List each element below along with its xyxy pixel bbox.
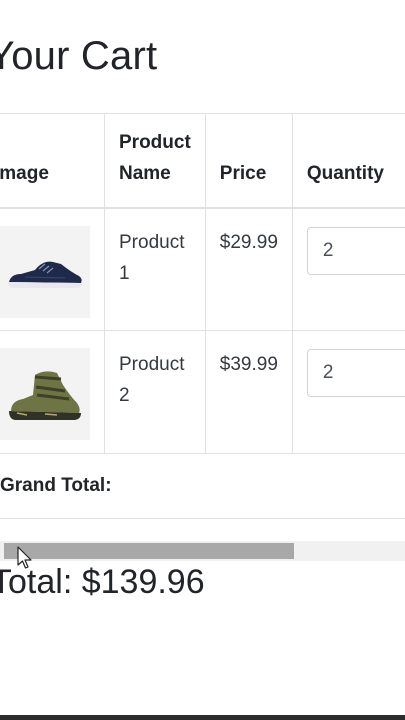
product-name: Product 2 [104, 330, 206, 454]
quantity-cell [292, 330, 405, 454]
grand-total-row: Grand Total: [0, 453, 405, 519]
cart-total: Total: $139.96 [0, 563, 205, 601]
header-image: Image [0, 113, 105, 209]
quantity-input[interactable] [306, 349, 405, 397]
page-title: Your Cart [0, 34, 158, 78]
grand-total-empty-cell [292, 453, 405, 519]
cart-table-container: Image Product Name Price Quantity [0, 113, 405, 520]
table-header-row: Image Product Name Price Quantity [0, 113, 405, 209]
header-quantity: Quantity [292, 113, 405, 209]
product-name: Product 1 [104, 207, 206, 331]
quantity-input[interactable] [306, 226, 405, 275]
product-price: $29.99 [205, 207, 293, 331]
grand-total-empty-cell [205, 453, 293, 519]
olive-high-top-shoe-image [0, 348, 90, 440]
quantity-cell [292, 207, 405, 331]
product-image-cell [0, 330, 105, 454]
product-image-cell [0, 207, 105, 331]
bottom-bar [0, 715, 405, 720]
shoe-icon [8, 261, 83, 288]
product-price: $39.99 [205, 330, 293, 454]
horizontal-scrollbar[interactable] [0, 541, 405, 561]
header-product-name: Product Name [104, 113, 206, 209]
navy-sneaker-image [0, 225, 90, 318]
cart-table: Image Product Name Price Quantity [0, 113, 405, 519]
table-row: Product 2 $39.99 [0, 330, 405, 454]
shoe-icon [9, 371, 81, 420]
scrollbar-thumb[interactable] [4, 543, 294, 559]
header-price: Price [205, 113, 293, 209]
grand-total-label: Grand Total: [0, 453, 206, 519]
table-row: Product 1 $29.99 [0, 207, 405, 331]
